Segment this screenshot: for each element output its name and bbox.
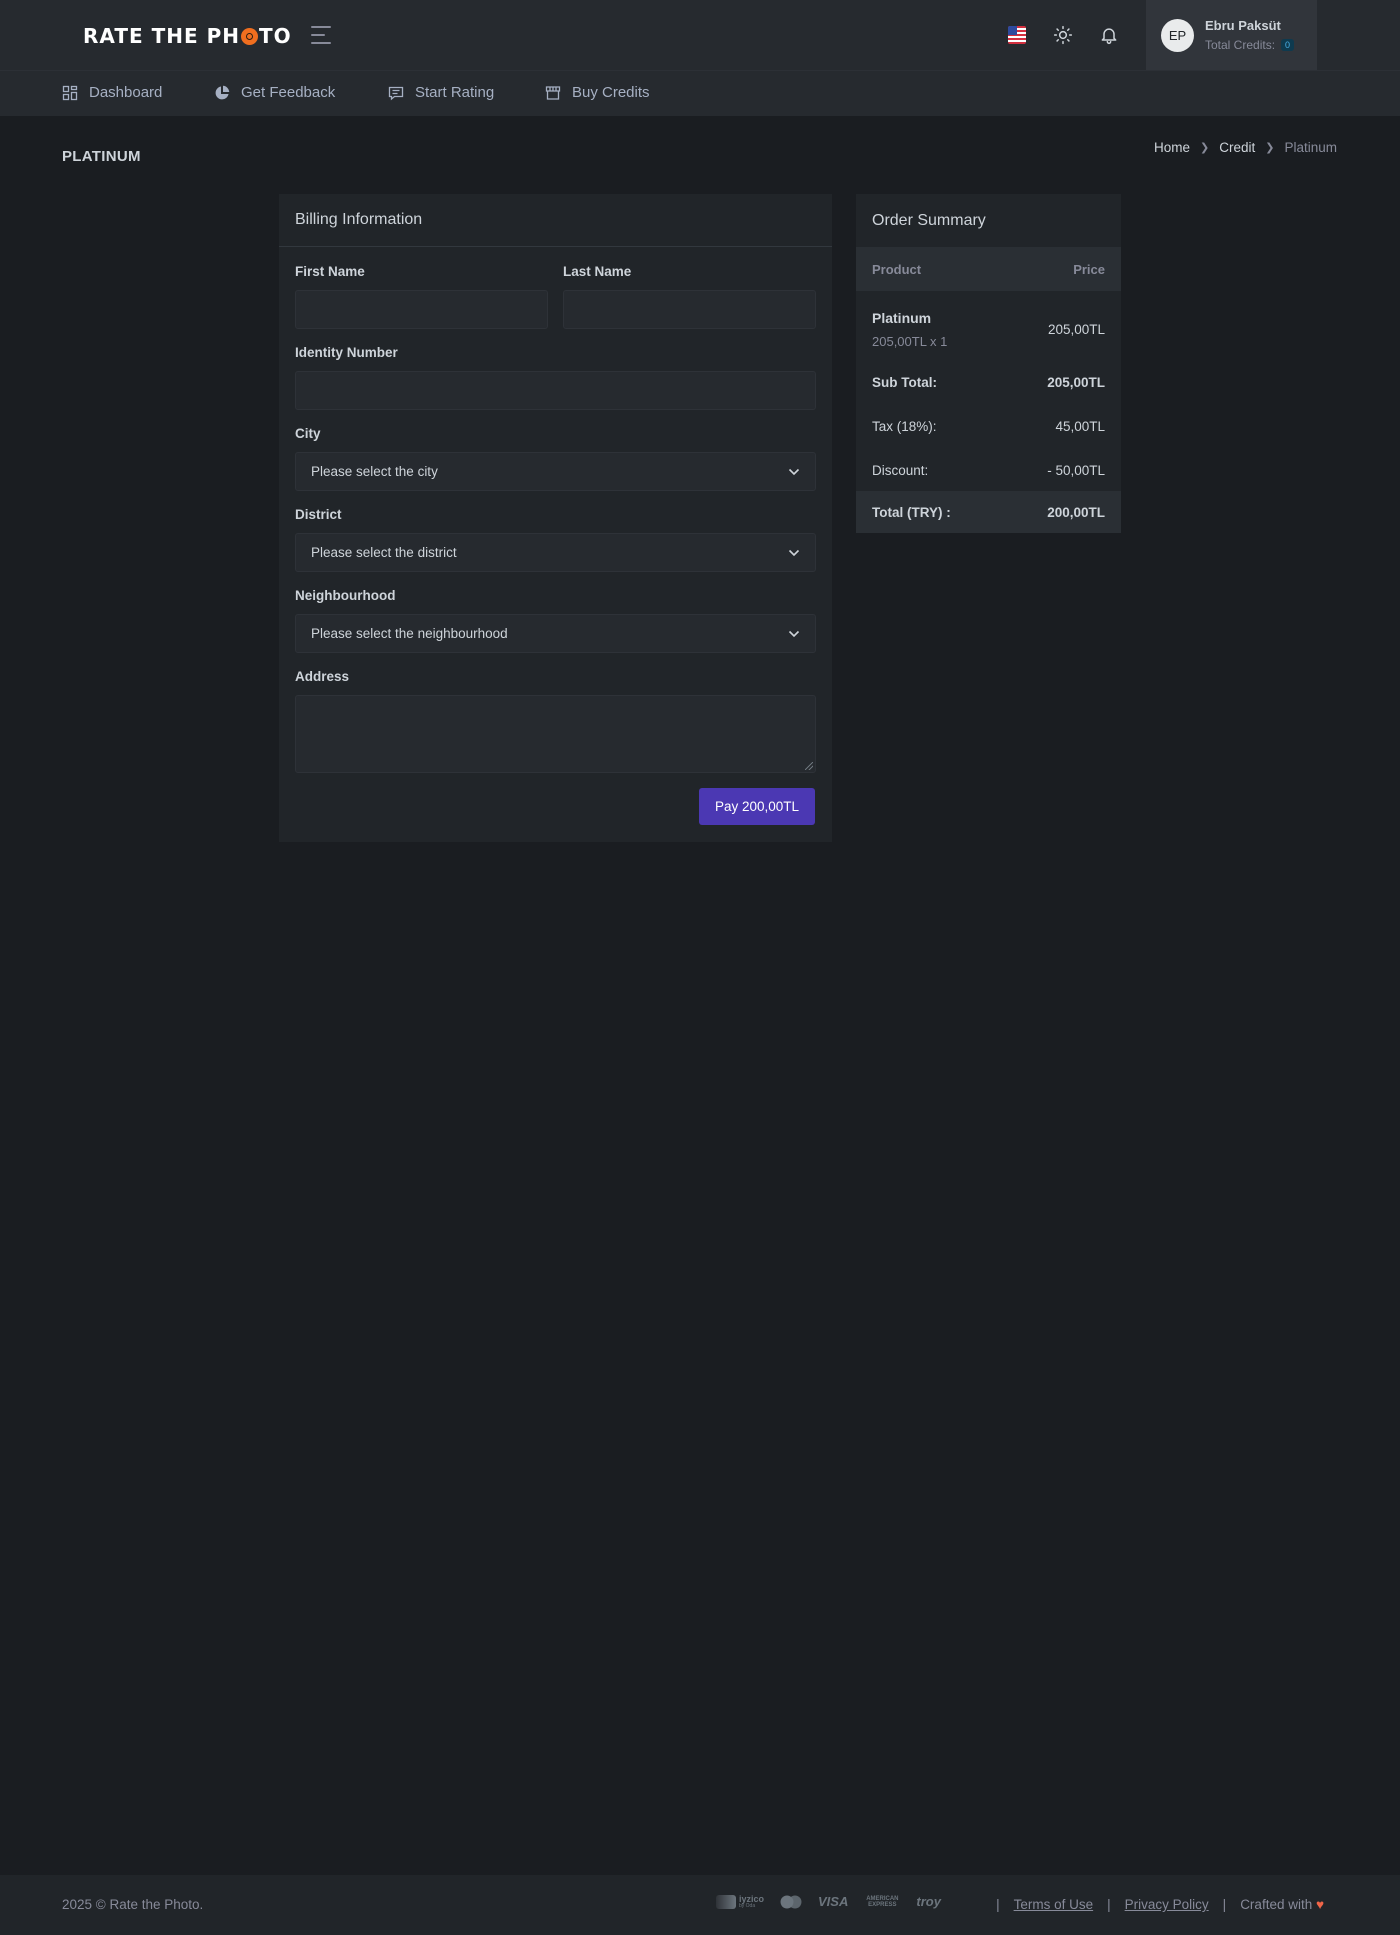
summary-total-row: Total (TRY) : 200,00TL: [856, 491, 1121, 533]
first-name-input[interactable]: [295, 290, 548, 329]
subtotal-value: 205,00TL: [1047, 374, 1105, 390]
breadcrumb: Home ❯ Credit ❯ Platinum: [1154, 140, 1337, 155]
summary-table-header: Product Price: [856, 247, 1121, 291]
user-profile-menu[interactable]: EP Ebru Paksüt Total Credits: 0: [1146, 0, 1317, 70]
discount-label: Discount:: [872, 462, 929, 478]
city-select-value: Please select the city: [311, 464, 438, 479]
dashboard-icon: [62, 85, 78, 100]
discount-value: - 50,00TL: [1047, 462, 1105, 478]
logo-text-part2: TO: [259, 24, 292, 48]
first-name-label: First Name: [295, 264, 365, 279]
chat-icon: [388, 86, 404, 100]
divider: |: [996, 1897, 1000, 1912]
user-name: Ebru Paksüt: [1205, 18, 1281, 33]
tax-label: Tax (18%):: [872, 418, 937, 434]
logo-text-part1: RATE THE PH: [83, 24, 240, 48]
divider: |: [1222, 1897, 1227, 1912]
neighbourhood-select[interactable]: Please select the neighbourhood: [295, 614, 816, 653]
chevron-down-icon: [788, 468, 800, 475]
nav-item-label: Buy Credits: [572, 84, 650, 101]
chevron-right-icon: ❯: [1265, 142, 1275, 154]
chevron-down-icon: [788, 549, 800, 556]
nav-item-start-rating[interactable]: Start Rating: [388, 84, 494, 101]
payment-logos: iyzico by Oda VISA AMERICAN EXPRESS troy: [716, 1894, 941, 1909]
total-label: Total (TRY) :: [872, 504, 951, 520]
visa-logo: VISA: [818, 1894, 849, 1909]
district-select-value: Please select the district: [311, 545, 457, 560]
resize-handle-icon[interactable]: [805, 762, 813, 770]
menu-toggle-icon[interactable]: [311, 26, 333, 44]
total-value: 200,00TL: [1047, 504, 1105, 520]
privacy-policy-link[interactable]: Privacy Policy: [1125, 1897, 1209, 1912]
billing-card: Billing Information First Name Last Name…: [279, 194, 832, 842]
summary-tax-row: Tax (18%): 45,00TL: [856, 404, 1121, 448]
city-label: City: [295, 426, 321, 441]
district-label: District: [295, 507, 342, 522]
avatar: EP: [1161, 19, 1194, 52]
product-quantity: 205,00TL x 1: [872, 333, 948, 349]
page-title: PLATINUM: [62, 148, 141, 165]
notification-bell-icon[interactable]: [1096, 22, 1122, 48]
address-textarea[interactable]: [295, 695, 816, 773]
copyright-text: 2025 © Rate the Photo.: [62, 1897, 204, 1912]
iyzico-logo: iyzico by Oda: [716, 1894, 764, 1909]
summary-discount-row: Discount: - 50,00TL: [856, 448, 1121, 492]
address-label: Address: [295, 669, 350, 684]
billing-card-title: Billing Information: [279, 194, 832, 247]
last-name-label: Last Name: [563, 264, 632, 279]
last-name-input[interactable]: [563, 290, 816, 329]
tax-value: 45,00TL: [1055, 418, 1105, 434]
terms-of-use-link[interactable]: Terms of Use: [1014, 1897, 1094, 1912]
order-summary-card: Order Summary Product Price Platinum 205…: [856, 194, 1121, 533]
amex-logo: AMERICAN EXPRESS: [866, 1895, 899, 1908]
neighbourhood-select-value: Please select the neighbourhood: [311, 626, 508, 641]
nav-item-label: Start Rating: [415, 84, 495, 101]
identity-number-label: Identity Number: [295, 345, 398, 360]
language-flag-icon[interactable]: [1008, 26, 1026, 44]
breadcrumb-current: Platinum: [1284, 140, 1337, 155]
summary-product-row: Platinum 205,00TL x 1 205,00TL: [856, 298, 1121, 360]
product-name: Platinum: [872, 309, 932, 326]
nav-item-buy-credits[interactable]: Buy Credits: [545, 84, 650, 101]
theme-toggle-icon[interactable]: [1050, 22, 1076, 48]
heart-icon: ♥: [1315, 1897, 1324, 1912]
breadcrumb-home[interactable]: Home: [1154, 140, 1190, 155]
column-header-product: Product: [872, 261, 922, 277]
city-select[interactable]: Please select the city: [295, 452, 816, 491]
chevron-right-icon: ❯: [1200, 142, 1210, 154]
breadcrumb-credit[interactable]: Credit: [1219, 140, 1255, 155]
nav-item-dashboard[interactable]: Dashboard: [62, 84, 162, 101]
logo-o-icon: [241, 27, 258, 45]
nav-item-get-feedback[interactable]: Get Feedback: [214, 84, 335, 101]
chevron-down-icon: [788, 630, 800, 637]
credits-label: Total Credits:: [1205, 38, 1276, 52]
topbar: RATE THE PH TO EP Ebru Paksüt Total Credi…: [0, 0, 1400, 70]
pay-button[interactable]: Pay 200,00TL: [699, 788, 815, 825]
district-select[interactable]: Please select the district: [295, 533, 816, 572]
nav-item-label: Get Feedback: [241, 84, 336, 101]
user-credits: Total Credits: 0: [1205, 38, 1295, 52]
summary-subtotal-row: Sub Total: 205,00TL: [856, 360, 1121, 404]
product-price: 205,00TL: [1047, 321, 1105, 337]
column-header-price: Price: [1073, 261, 1105, 277]
crafted-with-text: Crafted with ♥: [1240, 1897, 1324, 1912]
credits-badge: 0: [1281, 39, 1295, 51]
store-icon: [545, 85, 561, 100]
divider: |: [1107, 1897, 1111, 1912]
troy-logo: troy: [916, 1894, 941, 1909]
nav-item-label: Dashboard: [89, 84, 163, 101]
subtotal-label: Sub Total:: [872, 374, 937, 390]
identity-number-input[interactable]: [295, 371, 816, 410]
pie-chart-icon: [215, 85, 230, 99]
neighbourhood-label: Neighbourhood: [295, 588, 396, 603]
main-navigation: Dashboard Get Feedback Start Rating Buy …: [0, 70, 1400, 116]
footer: 2025 © Rate the Photo. iyzico by Oda VIS…: [0, 1875, 1400, 1935]
brand-logo[interactable]: RATE THE PH TO: [83, 24, 292, 48]
footer-links: | Terms of Use | Privacy Policy | Crafte…: [996, 1897, 1324, 1912]
mastercard-icon: [780, 1895, 802, 1908]
order-summary-title: Order Summary: [872, 211, 986, 229]
